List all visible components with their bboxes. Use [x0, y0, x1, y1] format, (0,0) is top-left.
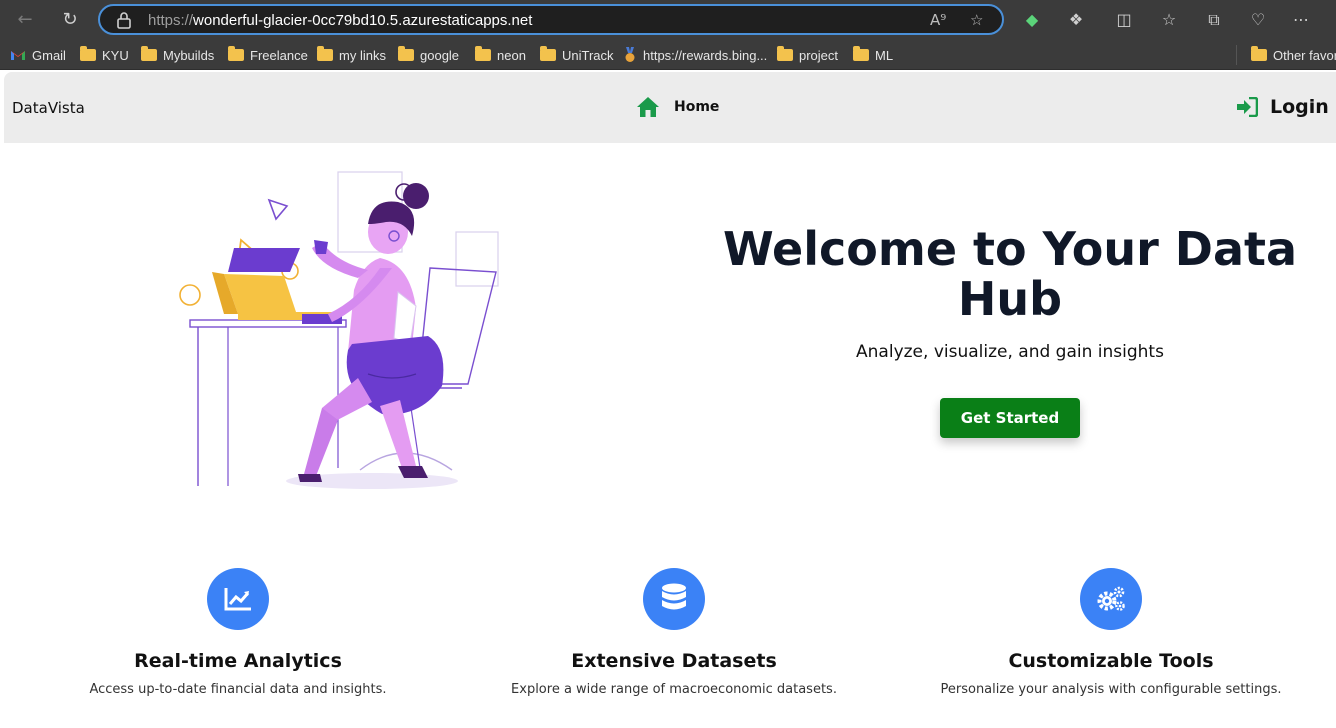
feature-title: Customizable Tools [1008, 650, 1214, 672]
bookmark-label: https://rewards.bing... [643, 47, 768, 63]
bookmark-label: Gmail [32, 47, 66, 63]
bookmark-label: ML [875, 47, 894, 63]
hero-title: Welcome to Your Data Hub [722, 222, 1298, 326]
feature-icon-circle [207, 568, 269, 630]
folder-icon [317, 46, 333, 61]
folder-icon [777, 46, 793, 61]
collections-icon[interactable]: ⧉ [1202, 8, 1226, 32]
feature-icon-circle [1080, 568, 1142, 630]
more-menu-icon[interactable]: ⋯ [1289, 8, 1313, 32]
browser-essentials-icon[interactable]: ♡ [1246, 8, 1270, 32]
copilot-icon[interactable]: ◆ [1020, 8, 1044, 32]
feature-title: Real-time Analytics [134, 650, 342, 672]
folder-icon [228, 46, 244, 61]
sign-in-icon [1237, 97, 1258, 117]
bookmark-rewards[interactable]: https://rewards.bing... [623, 45, 767, 65]
folder-icon [141, 46, 157, 61]
bookmark-gmail[interactable]: Gmail [10, 45, 66, 65]
bookmark-project[interactable]: project [777, 45, 838, 65]
bookmarks-bar: Gmail KYU Mybuilds Freelance my links go… [0, 40, 1336, 70]
back-button[interactable]: ← [12, 7, 38, 33]
feature-icon-circle [643, 568, 705, 630]
bookmark-label: google [420, 47, 460, 63]
nav-home-link[interactable]: Home [636, 96, 719, 118]
bookmark-neon[interactable]: neon [475, 45, 526, 65]
feature-card: Extensive Datasets Explore a wide range … [456, 568, 892, 697]
bookmark-kyu[interactable]: KYU [80, 45, 129, 65]
bookmark-my-links[interactable]: my links [317, 45, 386, 65]
bookmark-label: project [799, 47, 839, 63]
folder-icon [1251, 46, 1267, 61]
get-started-button[interactable]: Get Started [940, 398, 1080, 438]
bookmark-mybuilds[interactable]: Mybuilds [141, 45, 214, 65]
favorite-star-icon[interactable]: ☆ [970, 11, 983, 29]
bookmark-label: UniTrack [562, 47, 614, 63]
feature-title: Extensive Datasets [571, 650, 777, 672]
bookmark-label: my links [339, 47, 386, 63]
medal-icon [625, 47, 635, 62]
bookmark-unitrack[interactable]: UniTrack [540, 45, 614, 65]
gmail-icon [11, 51, 25, 60]
url-text[interactable]: https://wonderful-glacier-0cc79bd10.5.az… [148, 12, 532, 29]
split-screen-icon[interactable]: ◫ [1112, 8, 1136, 32]
address-bar[interactable]: https://wonderful-glacier-0cc79bd10.5.az… [98, 4, 1004, 35]
bookmark-freelance[interactable]: Freelance [228, 45, 308, 65]
nav-login-link[interactable]: Login [1236, 96, 1329, 118]
read-aloud-icon[interactable]: A⁹ [930, 11, 946, 29]
feature-description: Access up-to-date financial data and ins… [89, 682, 387, 697]
lock-icon [117, 12, 131, 29]
favorites-icon[interactable]: ☆ [1157, 8, 1181, 32]
url-host: wonderful-glacier-0cc79bd10.5.azurestati… [193, 12, 533, 29]
woman-at-desk-illustration [179, 171, 499, 489]
feature-description: Explore a wide range of macroeconomic da… [511, 682, 837, 697]
nav-home-label: Home [674, 99, 720, 115]
web-page: DataVista Home Login Welcome to Your Dat… [4, 72, 1336, 728]
refresh-button[interactable]: ↻ [57, 7, 83, 33]
feature-description: Personalize your analysis with configura… [940, 682, 1282, 697]
nav-login-label: Login [1270, 96, 1329, 118]
feature-card: Real-time Analytics Access up-to-date fi… [20, 568, 456, 697]
bookmark-label: Other favori [1273, 47, 1336, 63]
folder-icon [398, 46, 414, 61]
bookmark-other-favorites[interactable]: Other favori [1236, 45, 1336, 65]
home-icon [637, 97, 659, 117]
gears-icon [1097, 586, 1125, 611]
folder-icon [540, 46, 556, 61]
hero-subtitle: Analyze, visualize, and gain insights [856, 342, 1164, 362]
bookmark-label: Mybuilds [163, 47, 215, 63]
extensions-icon[interactable]: ❖ [1064, 8, 1088, 32]
folder-icon [80, 46, 96, 61]
bookmark-ml[interactable]: ML [853, 45, 893, 65]
bookmark-label: Freelance [250, 47, 308, 63]
brand-logo[interactable]: DataVista [12, 99, 85, 117]
folder-icon [475, 46, 491, 61]
url-scheme: https:// [148, 12, 194, 29]
bookmark-label: KYU [102, 47, 129, 63]
bookmark-google[interactable]: google [398, 45, 459, 65]
chart-line-icon [224, 588, 251, 611]
folder-icon [853, 46, 869, 61]
bookmark-label: neon [497, 47, 526, 63]
browser-toolbar: ← ↻ https://wonderful-glacier-0cc79bd10.… [0, 0, 1336, 40]
database-icon [662, 583, 686, 610]
feature-card: Customizable Tools Personalize your anal… [893, 568, 1329, 697]
site-header: DataVista Home Login [4, 72, 1336, 143]
